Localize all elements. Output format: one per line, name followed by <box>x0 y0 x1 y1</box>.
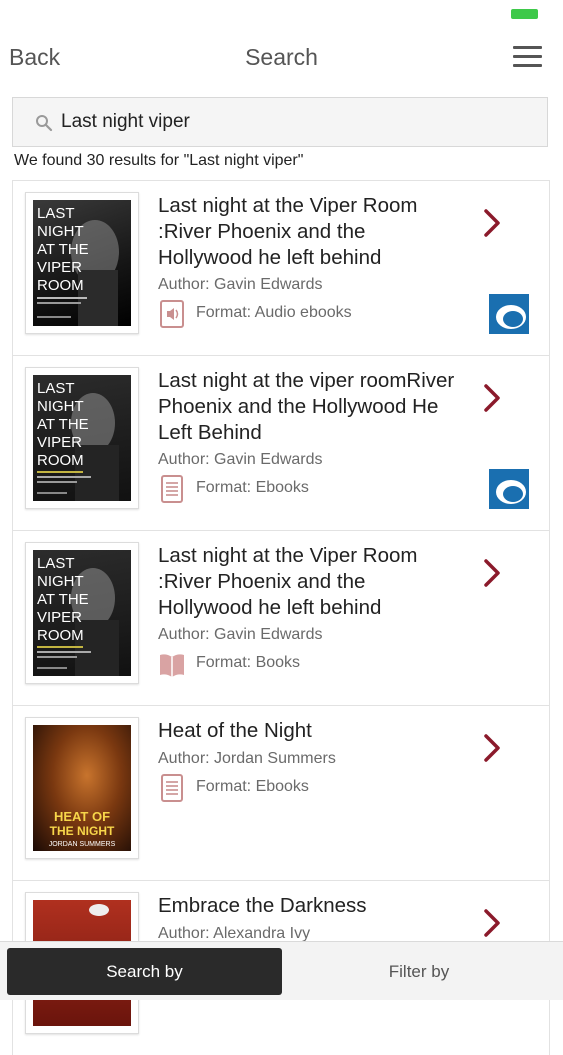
svg-text:HEAT OF: HEAT OF <box>54 809 110 824</box>
book-title[interactable]: Last night at the viper roomRiver Phoeni… <box>158 368 458 446</box>
chevron-right-icon[interactable] <box>481 383 503 413</box>
book-icon <box>160 654 184 677</box>
svg-text:AT THE: AT THE <box>37 591 89 608</box>
book-cover: LAST NIGHT AT THE VIPER ROOM <box>25 542 139 684</box>
list-item[interactable]: LAST NIGHT AT THE VIPER ROOM Last night … <box>12 355 550 530</box>
book-format: Format: Ebooks <box>196 479 309 496</box>
search-icon <box>36 115 53 132</box>
book-cover: LAST NIGHT AT THE VIPER ROOM <box>25 192 139 334</box>
results-list: LAST NIGHT AT THE VIPER ROOM Last night … <box>12 180 550 1055</box>
result-summary: We found 30 results for "Last night vipe… <box>14 152 304 169</box>
svg-text:AT THE: AT THE <box>37 416 89 433</box>
back-button[interactable]: Back <box>9 44 60 71</box>
search-input[interactable]: Last night viper <box>12 97 548 147</box>
chevron-right-icon[interactable] <box>481 558 503 588</box>
list-item[interactable]: LAST NIGHT AT THE VIPER ROOM Last night … <box>12 180 550 355</box>
audio-icon <box>160 300 184 328</box>
svg-text:ROOM: ROOM <box>37 277 84 294</box>
book-cover: LAST NIGHT AT THE VIPER ROOM <box>25 367 139 509</box>
book-format: Format: Books <box>196 654 301 671</box>
book-author: Author: Gavin Edwards <box>158 276 323 293</box>
page-title: Search <box>245 44 318 70</box>
book-author: Author: Gavin Edwards <box>158 451 323 468</box>
chevron-right-icon[interactable] <box>481 208 503 238</box>
chevron-right-icon[interactable] <box>481 908 503 938</box>
ebook-icon <box>161 475 183 503</box>
status-bar <box>0 0 563 30</box>
book-title[interactable]: Embrace the Darkness <box>158 893 458 919</box>
svg-text:VIPER: VIPER <box>37 259 82 276</box>
svg-text:ROOM: ROOM <box>37 452 84 469</box>
svg-text:JORDAN SUMMERS: JORDAN SUMMERS <box>49 841 116 848</box>
overdrive-logo-icon <box>489 294 529 334</box>
book-cover: HEAT OF THE NIGHT JORDAN SUMMERS <box>25 717 139 859</box>
book-title[interactable]: Heat of the Night <box>158 718 458 744</box>
svg-text:ROOM: ROOM <box>37 627 84 644</box>
svg-text:THE NIGHT: THE NIGHT <box>50 824 115 838</box>
svg-text:NIGHT: NIGHT <box>37 398 84 415</box>
navigation-bar: Back Search <box>0 32 563 84</box>
svg-text:NIGHT: NIGHT <box>37 223 84 240</box>
book-title[interactable]: Last night at the Viper Room :River Phoe… <box>158 543 458 621</box>
svg-text:VIPER: VIPER <box>37 609 82 626</box>
svg-text:AT THE: AT THE <box>37 241 89 258</box>
battery-icon <box>511 9 538 19</box>
filter-by-tab[interactable]: Filter by <box>282 948 556 995</box>
search-by-tab[interactable]: Search by <box>7 948 282 995</box>
ebook-icon <box>161 774 183 802</box>
svg-text:LAST: LAST <box>37 555 75 572</box>
book-format: Format: Ebooks <box>196 778 309 795</box>
book-author: Author: Gavin Edwards <box>158 626 323 643</box>
chevron-right-icon[interactable] <box>481 733 503 763</box>
book-author: Author: Jordan Summers <box>158 750 336 767</box>
overdrive-logo-icon <box>489 469 529 509</box>
hamburger-menu-icon[interactable] <box>513 46 542 68</box>
svg-text:VIPER: VIPER <box>37 434 82 451</box>
book-format: Format: Audio ebooks <box>196 304 352 321</box>
svg-text:LAST: LAST <box>37 205 75 222</box>
book-title[interactable]: Last night at the Viper Room :River Phoe… <box>158 193 458 271</box>
list-item[interactable]: LAST NIGHT AT THE VIPER ROOM Last night … <box>12 530 550 705</box>
list-item[interactable]: HEAT OF THE NIGHT JORDAN SUMMERS Heat of… <box>12 705 550 880</box>
bottom-tab-bar: Search by Filter by <box>0 941 563 1000</box>
svg-text:NIGHT: NIGHT <box>37 573 84 590</box>
search-query: Last night viper <box>61 111 190 132</box>
svg-text:LAST: LAST <box>37 380 75 397</box>
